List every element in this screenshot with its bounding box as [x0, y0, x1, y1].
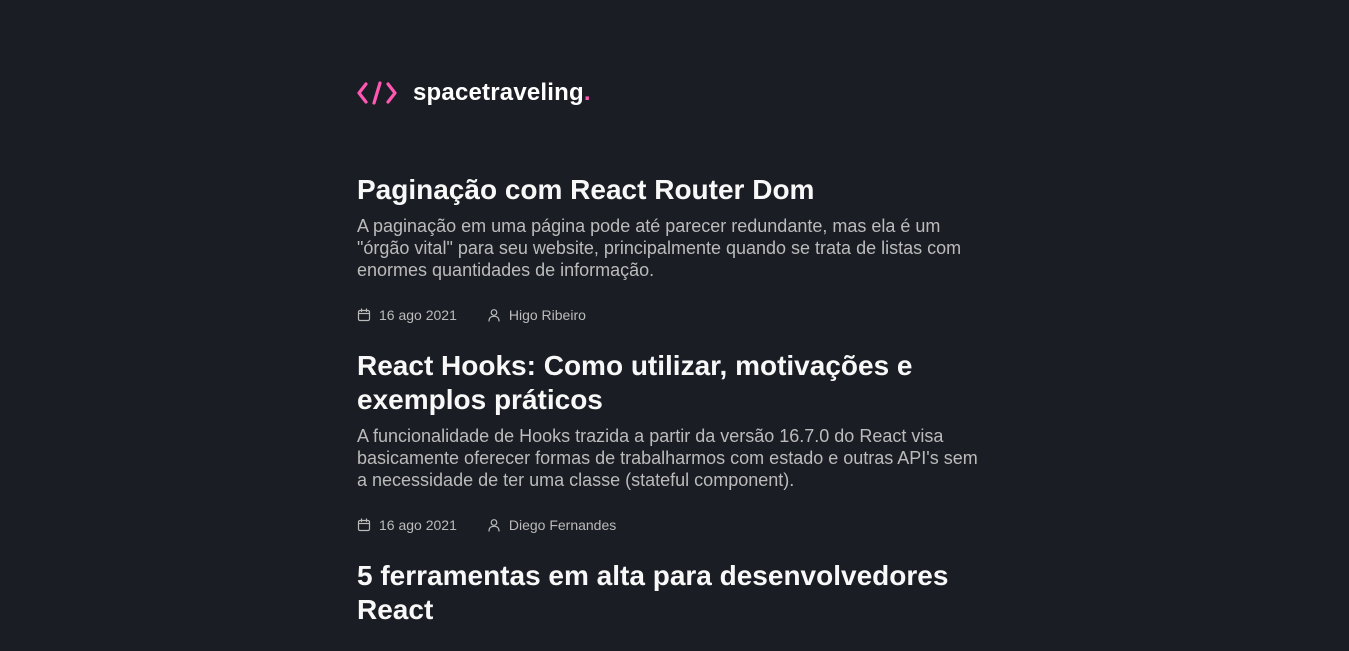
post-title[interactable]: Paginação com React Router Dom	[357, 173, 997, 207]
post-meta: 16 ago 2021 Diego Fernandes	[357, 515, 997, 535]
post-subtitle: A paginação em uma página pode até parec…	[357, 216, 962, 280]
post-author-text: Higo Ribeiro	[508, 307, 586, 323]
user-icon	[488, 519, 500, 532]
site-header[interactable]: spacetraveling.	[357, 76, 591, 110]
post-author: Higo Ribeiro	[487, 307, 586, 323]
post-item[interactable]: Paginação com React Router Dom A paginaç…	[357, 173, 997, 325]
post-title[interactable]: React Hooks: Como utilizar, motivações e…	[357, 349, 997, 417]
post-author: Diego Fernandes	[487, 517, 616, 533]
post-title[interactable]: 5 ferramentas em alta para desenvolvedor…	[357, 559, 997, 627]
post-item[interactable]: React Hooks: Como utilizar, motivações e…	[357, 349, 997, 535]
calendar-icon	[357, 518, 371, 532]
brand-dot: .	[583, 79, 591, 106]
user-icon	[488, 309, 500, 322]
post-list: Paginação com React Router Dom A paginaç…	[357, 173, 997, 651]
calendar-icon	[357, 308, 371, 322]
post-item[interactable]: 5 ferramentas em alta para desenvolvedor…	[357, 559, 997, 627]
post-date-text: 16 ago 2021	[379, 517, 457, 533]
post-date: 16 ago 2021	[357, 307, 457, 323]
post-subtitle: A funcionalidade de Hooks trazida a part…	[357, 426, 978, 490]
brand-name: spacetraveling	[413, 79, 584, 106]
post-date: 16 ago 2021	[357, 517, 457, 533]
post-author-text: Diego Fernandes	[508, 517, 617, 533]
post-date-text: 16 ago 2021	[379, 307, 457, 323]
post-meta: 16 ago 2021 Higo Ribeiro	[357, 305, 997, 325]
code-brackets-icon	[357, 81, 397, 105]
